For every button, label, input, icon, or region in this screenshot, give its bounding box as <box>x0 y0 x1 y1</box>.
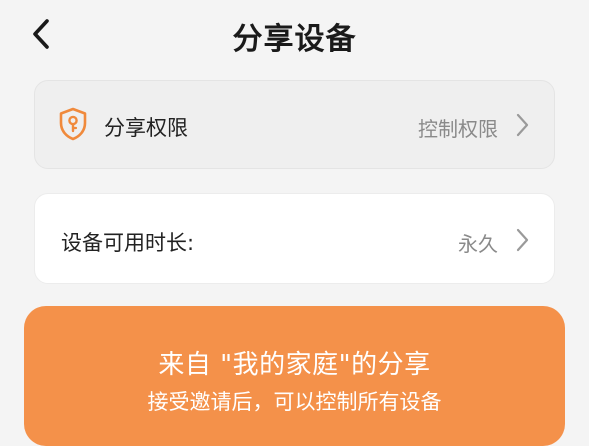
share-permission-value: 控制权限 <box>418 117 498 141</box>
share-permission-label: 分享权限 <box>104 116 188 140</box>
share-permission-row[interactable]: 分享权限 控制权限 <box>34 80 555 169</box>
chevron-right-icon <box>516 228 529 252</box>
accept-share-button[interactable]: 来自 "我的家庭"的分享 接受邀请后，可以控制所有设备 <box>24 306 565 446</box>
chevron-right-icon <box>516 113 529 137</box>
share-subtitle: 接受邀请后，可以控制所有设备 <box>147 390 442 414</box>
device-duration-label: 设备可用时长: <box>61 231 195 255</box>
header: 分享设备 <box>0 0 589 70</box>
device-duration-value: 永久 <box>458 232 498 256</box>
page-title: 分享设备 <box>232 22 357 57</box>
share-title: 来自 "我的家庭"的分享 <box>158 350 431 380</box>
shield-key-icon <box>59 107 87 141</box>
device-duration-row[interactable]: 设备可用时长: 永久 <box>34 193 555 284</box>
